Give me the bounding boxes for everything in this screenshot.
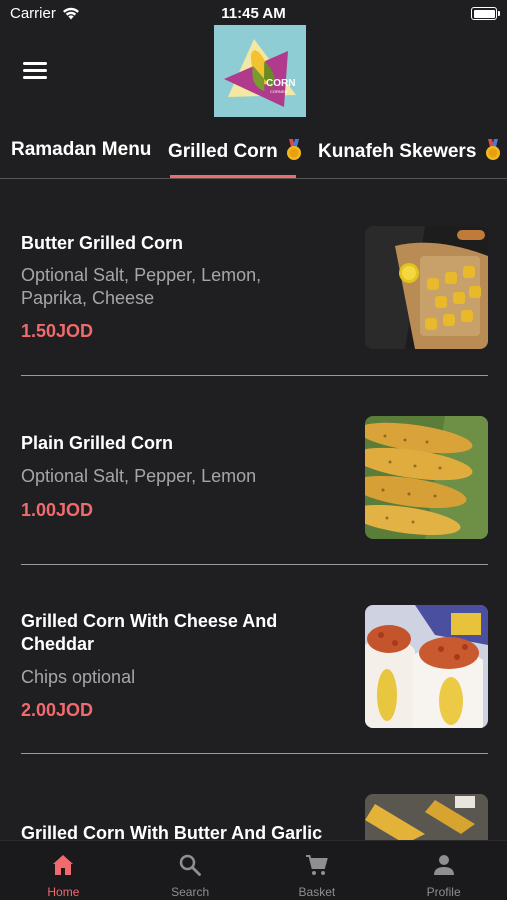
tab-label: Basket [298, 885, 336, 899]
item-name: Grilled Corn With Cheese And Cheddar [21, 611, 278, 654]
item-divider [21, 375, 488, 376]
item-description: Chips optional [21, 667, 136, 687]
item-divider [21, 753, 488, 754]
selected-tab-indicator [170, 175, 296, 178]
item-name: Plain Grilled Corn [21, 433, 174, 453]
item-name: Butter Grilled Corn [21, 233, 184, 253]
tab-search[interactable]: Search [127, 841, 254, 900]
corn-corner-logo: CORN CORNER [214, 25, 306, 117]
tab-ramadan-menu[interactable]: Ramadan Menu [11, 139, 151, 161]
hamburger-line [23, 62, 47, 65]
item-photo [365, 794, 488, 840]
item-description: Optional Salt, Pepper, Lemon [21, 466, 257, 486]
menu-item[interactable]: Butter Grilled Corn Optional Salt, Peppe… [0, 220, 507, 370]
item-divider [21, 564, 488, 565]
menu-item-list[interactable]: Butter Grilled Corn Optional Salt, Peppe… [0, 180, 507, 840]
menu-item[interactable]: Grilled Corn With Butter And Garlic [0, 790, 507, 840]
item-price: 1.50JOD [21, 321, 94, 341]
item-description: Optional Salt, Pepper, Lemon, Paprika, C… [21, 265, 262, 308]
tab-home[interactable]: Home [0, 841, 127, 900]
item-photo [365, 226, 488, 349]
tab-kunafeh-skewers[interactable]: Kunafeh Skewers [318, 139, 502, 163]
hamburger-line [23, 76, 47, 79]
tab-label: Grilled Corn [168, 141, 278, 162]
category-tabs: Ramadan Menu Grilled Corn Kunafeh Skewer… [0, 133, 507, 179]
status-bar: Carrier 11:45 AM [0, 0, 507, 28]
svg-text:CORN: CORN [266, 78, 295, 89]
search-icon [179, 854, 202, 876]
bottom-tab-bar: Home Search Basket Profile [0, 840, 507, 900]
profile-icon [433, 855, 454, 875]
home-icon [53, 855, 74, 875]
tab-basket[interactable]: Basket [254, 841, 381, 900]
tab-label: Search [171, 885, 210, 899]
item-photo [365, 605, 488, 728]
svg-text:CORNER: CORNER [270, 89, 287, 94]
tab-grilled-corn[interactable]: Grilled Corn [168, 139, 303, 163]
menu-button[interactable] [23, 62, 47, 80]
menu-item[interactable]: Plain Grilled Corn Optional Salt, Pepper… [0, 416, 507, 570]
tab-profile[interactable]: Profile [380, 841, 507, 900]
menu-item[interactable]: Grilled Corn With Cheese And Cheddar Chi… [0, 600, 507, 750]
tab-label: Ramadan Menu [11, 139, 152, 160]
clock: 11:45 AM [221, 5, 286, 22]
item-price: 2.00JOD [21, 700, 94, 720]
medal-icon [485, 139, 500, 160]
hamburger-line [23, 69, 47, 72]
battery-icon [471, 7, 500, 20]
medal-icon [287, 139, 302, 160]
tab-label: Home [47, 885, 80, 899]
cart-icon [305, 855, 328, 875]
item-photo [365, 416, 488, 539]
tab-label: Kunafeh Skewers [318, 141, 477, 162]
item-price: 1.00JOD [21, 500, 94, 520]
tab-label: Profile [426, 885, 461, 899]
item-name: Grilled Corn With Butter And Garlic [21, 823, 323, 840]
